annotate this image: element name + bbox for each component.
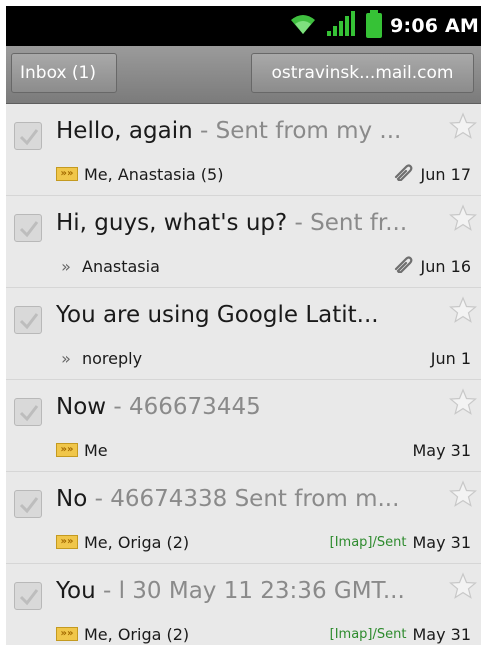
to-me-indicator-icon: » <box>61 348 71 368</box>
status-bar: 9:06 AM <box>6 6 481 46</box>
message-date: Jun 16 <box>420 256 471 276</box>
select-checkbox[interactable] <box>14 490 42 518</box>
battery-icon <box>366 10 383 42</box>
message-subject: Now - 466673445 <box>56 394 440 420</box>
folder-label-tag: [Imap]/Sent <box>329 626 407 642</box>
sender-names: Anastasia <box>82 256 160 276</box>
clock-time: 9:06 AM <box>390 15 479 37</box>
star-icon[interactable] <box>448 296 478 328</box>
sender-names: Me, Origa (2) <box>84 532 190 552</box>
sender-row: »» Me May 31 <box>56 438 471 462</box>
to-me-indicator-icon: » <box>61 256 71 276</box>
message-subject: You are using Google Latit... <box>56 302 440 328</box>
star-icon[interactable] <box>448 388 478 420</box>
snippet-text: - 466673445 <box>106 394 261 420</box>
sender-row: » Anastasia Jun 16 <box>56 254 471 278</box>
select-checkbox[interactable] <box>14 306 42 334</box>
message-subject: No - 46674338 Sent from m... <box>56 486 440 512</box>
snippet-text: - Sent fr... <box>287 210 408 236</box>
subject-text: No <box>56 486 88 512</box>
message-row[interactable]: You - l 30 May 11 23:36 GMT... »» Me, Or… <box>6 564 481 645</box>
message-date: May 31 <box>412 624 471 644</box>
signal-icon <box>326 11 358 41</box>
to-me-double-indicator-icon: »» <box>56 535 78 549</box>
select-checkbox[interactable] <box>14 398 42 426</box>
message-subject: You - l 30 May 11 23:36 GMT... <box>56 578 440 604</box>
action-bar: Inbox (1) ostravinsk...mail.com <box>6 46 481 104</box>
message-date: May 31 <box>412 532 471 552</box>
message-row[interactable]: No - 46674338 Sent from m... »» Me, Orig… <box>6 472 481 564</box>
to-me-double-indicator-icon: »» <box>56 167 78 181</box>
message-row[interactable]: Now - 466673445 »» Me May 31 <box>6 380 481 472</box>
sender-row: »» Me, Origa (2) [Imap]/Sent May 31 <box>56 530 471 554</box>
subject-text: Hello, again <box>56 118 193 144</box>
message-row[interactable]: You are using Google Latit... » noreply … <box>6 288 481 380</box>
message-date: Jun 1 <box>430 348 471 368</box>
account-button[interactable]: ostravinsk...mail.com <box>251 53 474 93</box>
sender-row: »» Me, Origa (2) [Imap]/Sent May 31 <box>56 622 471 645</box>
message-subject: Hi, guys, what's up? - Sent fr... <box>56 210 440 236</box>
star-icon[interactable] <box>448 480 478 512</box>
sender-names: Me <box>84 440 108 460</box>
subject-text: Hi, guys, what's up? <box>56 210 288 236</box>
attachment-icon <box>393 163 413 185</box>
folder-label-tag: [Imap]/Sent <box>329 534 407 550</box>
to-me-double-indicator-icon: »» <box>56 443 78 457</box>
sender-row: » noreply Jun 1 <box>56 346 471 370</box>
select-checkbox[interactable] <box>14 122 42 150</box>
attachment-icon <box>393 255 413 277</box>
subject-text: You are using Google Latit... <box>56 302 379 328</box>
message-date: Jun 17 <box>420 164 471 184</box>
star-icon[interactable] <box>448 572 478 604</box>
to-me-double-indicator-icon: »» <box>56 627 78 641</box>
star-icon[interactable] <box>448 112 478 144</box>
message-date: May 31 <box>412 440 471 460</box>
select-checkbox[interactable] <box>14 214 42 242</box>
inbox-folder-button[interactable]: Inbox (1) <box>11 53 117 93</box>
sender-row: »» Me, Anastasia (5) Jun 17 <box>56 162 471 186</box>
sender-names: Me, Anastasia (5) <box>84 164 224 184</box>
snippet-text: - 46674338 Sent from m... <box>87 486 400 512</box>
message-row[interactable]: Hello, again - Sent from my ... »» Me, A… <box>6 104 481 196</box>
message-subject: Hello, again - Sent from my ... <box>56 118 440 144</box>
star-icon[interactable] <box>448 204 478 236</box>
select-checkbox[interactable] <box>14 582 42 610</box>
subject-text: You <box>56 578 96 604</box>
wifi-icon <box>288 12 318 40</box>
message-row[interactable]: Hi, guys, what's up? - Sent fr... » Anas… <box>6 196 481 288</box>
message-list: Hello, again - Sent from my ... »» Me, A… <box>6 104 481 645</box>
snippet-text: - Sent from my ... <box>192 118 402 144</box>
subject-text: Now <box>56 394 107 420</box>
sender-names: noreply <box>82 348 143 368</box>
snippet-text: - l 30 May 11 23:36 GMT... <box>95 578 405 604</box>
sender-names: Me, Origa (2) <box>84 624 190 644</box>
